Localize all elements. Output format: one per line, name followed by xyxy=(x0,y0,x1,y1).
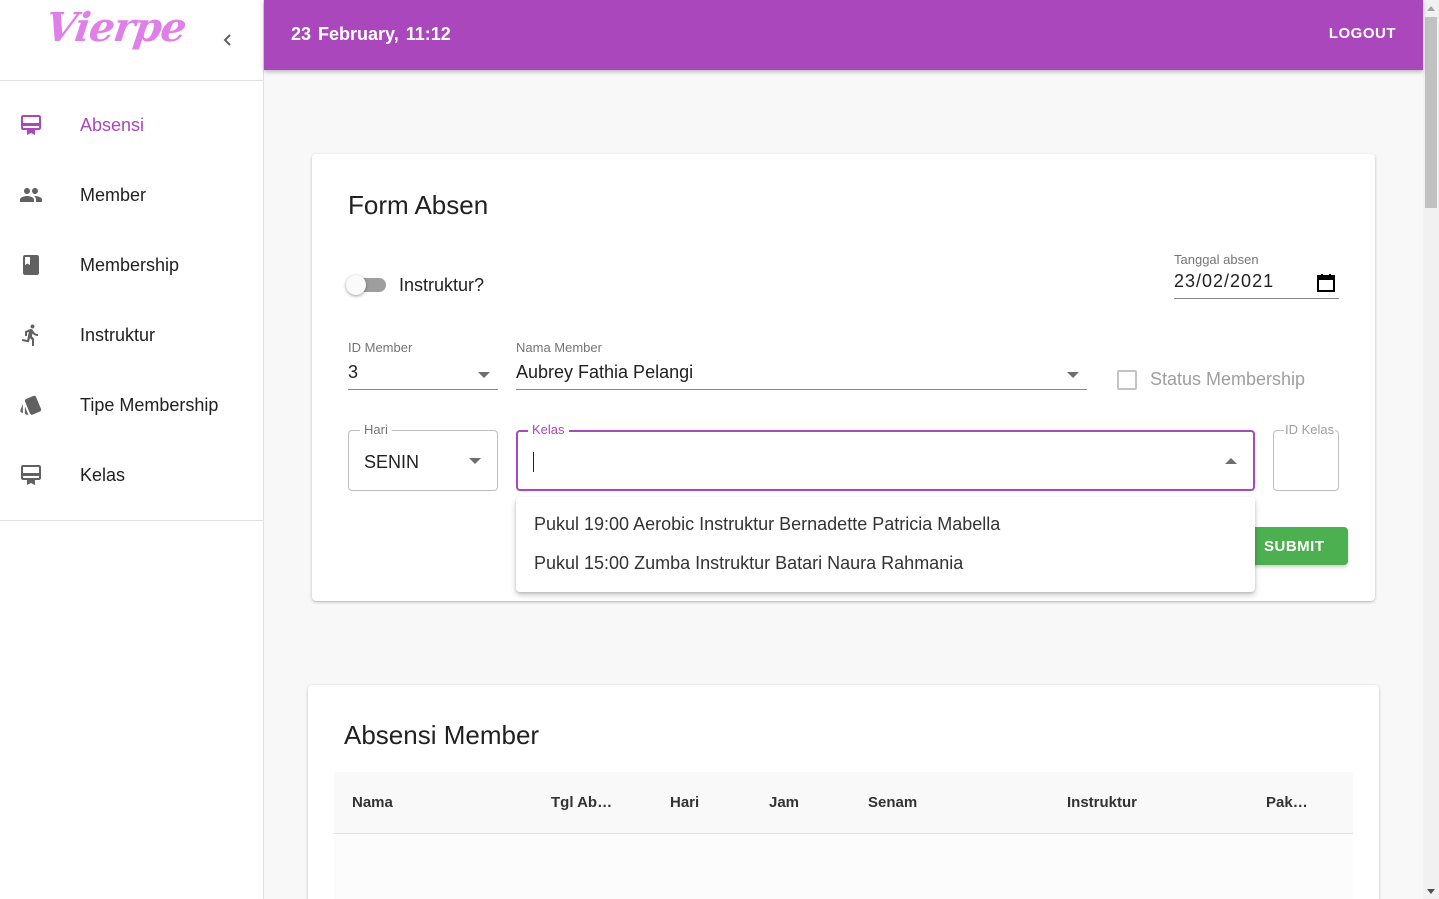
status-membership-checkbox[interactable] xyxy=(1117,370,1137,390)
sidebar-item-absensi[interactable]: Absensi xyxy=(0,90,263,160)
column-header-nama[interactable]: Nama xyxy=(352,794,393,811)
scroll-up-arrow-icon xyxy=(1427,5,1435,11)
column-header-hari[interactable]: Hari xyxy=(670,794,699,811)
status-membership-label: Status Membership xyxy=(1150,369,1306,389)
nama-member-value: Aubrey Fathia Pelangi xyxy=(516,362,694,382)
id-member-select[interactable]: 3 xyxy=(348,360,498,390)
dropdown-arrow-icon xyxy=(469,458,481,464)
hari-value: SENIN xyxy=(364,452,420,472)
tanggal-absen-value: 23/02/2021 xyxy=(1174,271,1275,291)
id-kelas-input[interactable]: ID Kelas xyxy=(1273,422,1339,491)
dropdown-arrow-icon xyxy=(1067,372,1079,378)
dropdown-arrow-up-icon[interactable] xyxy=(1225,458,1237,464)
card-membership-icon xyxy=(19,113,43,137)
id-member-value: 3 xyxy=(348,362,359,382)
kelas-label: Kelas xyxy=(528,422,569,437)
scroll-thumb[interactable] xyxy=(1425,17,1437,208)
kelas-option[interactable]: Pukul 15:00 Zumba Instruktur Batari Naur… xyxy=(516,544,1255,583)
tanggal-absen-label: Tanggal absen xyxy=(1174,252,1259,267)
scroll-down-arrow-icon xyxy=(1427,888,1435,894)
top-app-bar: 23 February, 11:12 LOGOUT xyxy=(264,0,1423,70)
table-body xyxy=(334,834,1353,899)
sidebar-nav: Absensi Member Membership Instruktur Tip… xyxy=(0,81,263,521)
table-header: Nama Tgl Ab… Hari Jam Senam Instruktur P… xyxy=(334,772,1353,834)
calendar-icon[interactable] xyxy=(1316,273,1336,293)
hari-label: Hari xyxy=(360,422,392,437)
page-scrollbar[interactable] xyxy=(1423,0,1439,899)
sidebar-item-instruktur[interactable]: Instruktur xyxy=(0,300,263,370)
sidebar-item-member[interactable]: Member xyxy=(0,160,263,230)
collapse-sidebar-button[interactable] xyxy=(216,28,240,52)
column-header-instruktur[interactable]: Instruktur xyxy=(1067,794,1137,811)
tanggal-absen-input[interactable]: 23/02/2021 xyxy=(1174,269,1339,299)
instruktur-toggle-label: Instruktur? xyxy=(399,275,485,295)
column-header-paket[interactable]: Pak… xyxy=(1266,794,1308,811)
kelas-options-menu: Pukul 19:00 Aerobic Instruktur Bernadett… xyxy=(516,497,1255,592)
sidebar-item-label: Absensi xyxy=(80,114,145,135)
column-header-senam[interactable]: Senam xyxy=(868,794,917,811)
hari-select[interactable]: Hari SENIN xyxy=(348,422,498,491)
sidebar-item-label: Tipe Membership xyxy=(80,394,219,415)
text-cursor xyxy=(533,452,534,472)
id-member-label: ID Member xyxy=(348,340,413,355)
sidebar-item-kelas[interactable]: Kelas xyxy=(0,440,263,510)
table-title: Absensi Member xyxy=(344,720,540,750)
instruktur-toggle[interactable] xyxy=(346,274,388,296)
column-header-tgl-absen[interactable]: Tgl Ab… xyxy=(551,794,612,811)
sidebar: Vierpe Absensi Member Membership Instruk… xyxy=(0,0,264,899)
logout-button[interactable]: LOGOUT xyxy=(1329,25,1396,42)
column-header-jam[interactable]: Jam xyxy=(769,794,799,811)
form-title: Form Absen xyxy=(348,190,489,220)
kelas-option[interactable]: Pukul 19:00 Aerobic Instruktur Bernadett… xyxy=(516,505,1255,544)
id-kelas-label: ID Kelas xyxy=(1284,422,1336,437)
sidebar-item-membership[interactable]: Membership xyxy=(0,230,263,300)
absensi-member-card: Absensi Member Nama Tgl Ab… Hari Jam Sen… xyxy=(308,685,1379,899)
sidebar-item-label: Instruktur xyxy=(80,324,156,345)
sidebar-item-label: Member xyxy=(80,184,147,205)
style-cards-icon xyxy=(19,393,43,417)
card-membership-icon xyxy=(19,463,43,487)
sidebar-item-tipe-membership[interactable]: Tipe Membership xyxy=(0,370,263,440)
nama-member-select[interactable]: Aubrey Fathia Pelangi xyxy=(516,360,1087,390)
sidebar-item-label: Kelas xyxy=(80,464,126,485)
directions-run-icon xyxy=(19,323,43,347)
sidebar-item-label: Membership xyxy=(80,254,180,275)
current-datetime: 23 February, 11:12 xyxy=(291,24,451,44)
chevron-left-icon xyxy=(223,34,231,46)
toggle-thumb xyxy=(346,275,366,295)
sidebar-header: Vierpe xyxy=(0,0,263,81)
people-icon xyxy=(19,183,43,207)
app-logo[interactable]: Vierpe xyxy=(43,4,189,51)
nama-member-label: Nama Member xyxy=(516,340,602,355)
kelas-autocomplete[interactable]: Kelas xyxy=(516,422,1255,491)
scroll-up-button[interactable] xyxy=(1423,0,1439,16)
book-icon xyxy=(19,253,43,277)
kelas-input[interactable] xyxy=(532,448,1192,474)
dropdown-arrow-icon xyxy=(478,372,490,378)
submit-button[interactable]: SUBMIT xyxy=(1250,527,1348,565)
scroll-down-button[interactable] xyxy=(1423,883,1439,899)
